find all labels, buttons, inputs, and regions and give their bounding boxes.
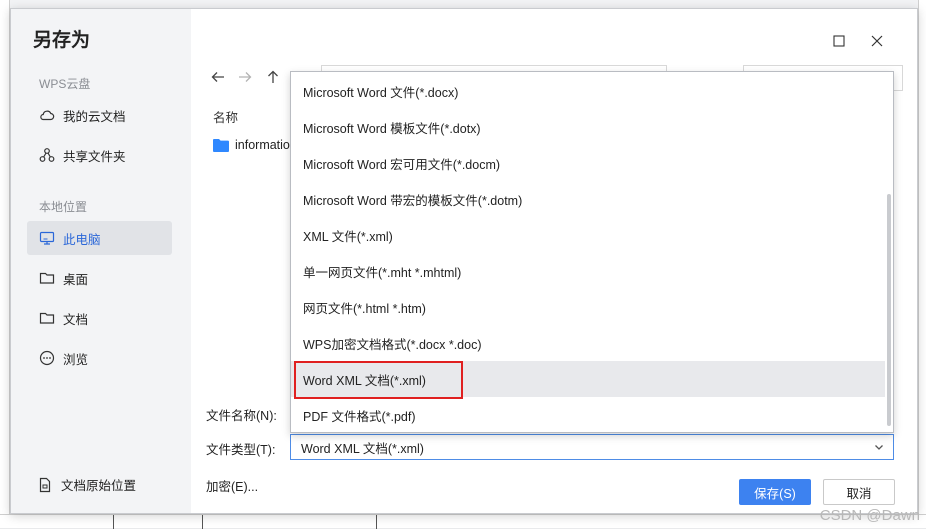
arrow-right-icon xyxy=(239,72,252,82)
back-button[interactable] xyxy=(208,67,228,87)
sidebar-item-label: 浏览 xyxy=(63,352,89,367)
original-location-button[interactable]: 文档原始位置 xyxy=(37,475,136,494)
dropdown-option-wps-encrypted[interactable]: WPS加密文档格式(*.docx *.doc) xyxy=(291,325,885,361)
save-as-dialog: 另存为 WPS云盘 我的云文档 共享文件夹 本地位置 此电脑 桌面 文档 浏览 … xyxy=(10,8,918,514)
annotation-highlight-box xyxy=(294,361,463,399)
sidebar-item-label: 共享文件夹 xyxy=(63,149,126,164)
background-right-strip xyxy=(918,0,926,528)
forward-button[interactable] xyxy=(235,67,255,87)
dropdown-option-xml[interactable]: XML 文件(*.xml) xyxy=(291,217,885,253)
dropdown-option-dotm[interactable]: Microsoft Word 带宏的模板文件(*.dotm) xyxy=(291,181,885,217)
cancel-button[interactable]: 取消 xyxy=(823,479,895,505)
arrow-left-icon xyxy=(211,72,224,82)
close-button[interactable] xyxy=(867,31,887,51)
dropdown-option-docm[interactable]: Microsoft Word 宏可用文件(*.docm) xyxy=(291,145,885,181)
filetype-label: 文件类型(T): xyxy=(206,443,276,457)
close-icon xyxy=(871,35,883,47)
cloud-section-label: WPS云盘 xyxy=(39,77,91,91)
column-header-name[interactable]: 名称 xyxy=(213,107,238,126)
dropdown-option-html[interactable]: 网页文件(*.html *.htm) xyxy=(291,289,885,325)
sidebar-item-desktop[interactable]: 桌面 xyxy=(27,261,172,295)
background-bottom-strip xyxy=(0,514,926,529)
sidebar-item-label: 桌面 xyxy=(63,272,89,287)
sidebar-item-browse[interactable]: 浏览 xyxy=(27,341,172,375)
file-item-label: informatio xyxy=(235,138,290,152)
document-location-icon xyxy=(37,477,53,493)
folder-icon xyxy=(39,270,55,286)
maximize-icon xyxy=(833,35,845,47)
save-button[interactable]: 保存(S) xyxy=(739,479,811,505)
dropdown-option-dotx[interactable]: Microsoft Word 模板文件(*.dotx) xyxy=(291,109,885,145)
more-icon xyxy=(39,350,55,366)
dialog-title: 另存为 xyxy=(33,30,91,51)
file-item-folder[interactable]: informatio xyxy=(213,134,290,156)
original-location-label: 文档原始位置 xyxy=(61,479,137,493)
folder-icon xyxy=(39,310,55,326)
sidebar-item-documents[interactable]: 文档 xyxy=(27,301,172,335)
dropdown-option-mht[interactable]: 单一网页文件(*.mht *.mhtml) xyxy=(291,253,885,289)
sidebar-item-label: 我的云文档 xyxy=(63,109,126,124)
filename-label: 文件名称(N): xyxy=(206,409,277,423)
folder-icon xyxy=(213,138,229,152)
chevron-down-icon xyxy=(875,445,883,450)
filetype-select[interactable]: Word XML 文档(*.xml) xyxy=(290,434,894,460)
arrow-up-icon xyxy=(268,70,278,83)
up-button[interactable] xyxy=(263,67,283,87)
filetype-select-value: Word XML 文档(*.xml) xyxy=(301,441,424,456)
sidebar: 另存为 WPS云盘 我的云文档 共享文件夹 本地位置 此电脑 桌面 文档 浏览 … xyxy=(11,9,191,513)
monitor-icon xyxy=(39,230,55,246)
sidebar-item-this-pc[interactable]: 此电脑 xyxy=(27,221,172,255)
watermark: CSDN @Dawn xyxy=(819,507,920,524)
encrypt-button[interactable]: 加密(E)... xyxy=(206,476,258,495)
sidebar-item-my-cloud-docs[interactable]: 我的云文档 xyxy=(27,98,172,132)
sidebar-item-label: 文档 xyxy=(63,312,89,327)
share-icon xyxy=(39,147,55,163)
dropdown-option-docx[interactable]: Microsoft Word 文件(*.docx) xyxy=(291,73,885,109)
background-left-strip xyxy=(0,0,10,528)
maximize-button[interactable] xyxy=(829,31,849,51)
local-section-label: 本地位置 xyxy=(39,200,88,214)
sidebar-item-shared-folder[interactable]: 共享文件夹 xyxy=(27,138,172,172)
cloud-icon xyxy=(39,107,55,123)
dropdown-option-pdf[interactable]: PDF 文件格式(*.pdf) xyxy=(291,397,885,432)
dropdown-scrollbar[interactable] xyxy=(887,194,891,426)
sidebar-item-label: 此电脑 xyxy=(63,232,101,247)
